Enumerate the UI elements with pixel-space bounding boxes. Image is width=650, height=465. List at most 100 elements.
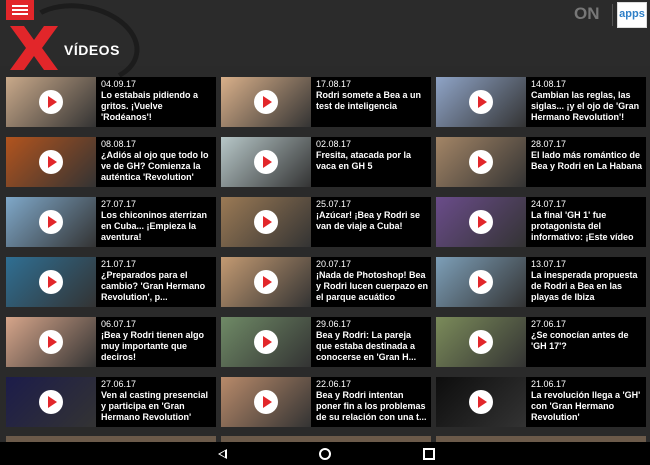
divider [612,4,613,26]
play-icon[interactable] [254,150,278,174]
video-card[interactable]: 02.08.17 Fresita, atacada por la vaca en … [221,137,431,187]
play-icon[interactable] [39,390,63,414]
video-title[interactable]: Ven al casting presencial y participa en… [101,390,214,423]
video-date: 27.06.17 [101,379,137,389]
video-thumbnail[interactable] [6,77,96,127]
video-card[interactable]: 17.08.17 Rodri somete a Bea a un test de … [221,77,431,127]
system-nav-bar [0,442,650,465]
video-meta: 20.07.17 ¡Nada de Photoshop! Bea y Rodri … [316,259,429,303]
video-card[interactable]: 06.07.17 ¡Bea y Rodri tienen algo muy imp… [6,317,216,367]
play-icon[interactable] [39,150,63,174]
video-title[interactable]: La revolución llega a 'GH' con 'Gran Her… [531,390,644,423]
video-thumbnail[interactable] [6,377,96,427]
play-icon[interactable] [254,390,278,414]
video-thumbnail[interactable] [6,317,96,367]
play-icon[interactable] [254,270,278,294]
video-thumbnail[interactable] [221,257,311,307]
play-icon[interactable] [39,270,63,294]
play-icon[interactable] [39,330,63,354]
video-meta: 29.06.17 Bea y Rodri: La pareja que estab… [316,319,429,363]
video-card[interactable]: 24.07.17 La final 'GH 1' fue protagonista… [436,197,646,247]
video-thumbnail[interactable] [436,197,526,247]
video-title[interactable]: Bea y Rodri: La pareja que estaba destin… [316,330,429,363]
video-title[interactable]: Bea y Rodri intentan poner fin a los pro… [316,390,429,423]
video-meta: 13.07.17 La inesperada propuesta de Rodri… [531,259,644,303]
video-meta: 22.06.17 Bea y Rodri intentan poner fin a… [316,379,429,423]
video-title[interactable]: Lo estabais pidiendo a gritos. ¡Vuelve '… [101,90,214,123]
video-card[interactable]: 08.08.17 ¿Adiós al ojo que todo lo ve de … [6,137,216,187]
video-thumbnail[interactable] [221,317,311,367]
play-icon[interactable] [39,90,63,114]
play-icon[interactable] [254,330,278,354]
video-thumbnail[interactable] [436,377,526,427]
video-card[interactable]: 29.06.17 Bea y Rodri: La pareja que estab… [221,317,431,367]
video-card[interactable]: 14.08.17 Cambian las reglas, las siglas..… [436,77,646,127]
video-thumbnail[interactable] [221,137,311,187]
video-title[interactable]: Cambian las reglas, las siglas... ¡y el … [531,90,644,123]
video-date: 22.06.17 [316,379,352,389]
menu-button[interactable] [6,0,34,20]
video-card[interactable]: 28.07.17 El lado más romántico de Bea y R… [436,137,646,187]
video-title[interactable]: La inesperada propuesta de Rodri a Bea e… [531,270,644,303]
video-meta: 25.07.17 ¡Azúcar! ¡Bea y Rodri se van de … [316,199,429,232]
video-title[interactable]: ¿Se conocían antes de 'GH 17'? [531,330,644,352]
video-date: 14.08.17 [531,79,567,89]
video-title[interactable]: ¿Preparados para el cambio? 'Gran Herman… [101,270,214,303]
brand-logo[interactable]: ON [574,4,600,24]
apps-button[interactable]: apps [617,2,647,28]
video-card[interactable]: 22.06.17 Bea y Rodri intentan poner fin a… [221,377,431,427]
play-icon[interactable] [469,390,493,414]
video-card[interactable]: 21.06.17 La revolución llega a 'GH' con '… [436,377,646,427]
video-card[interactable]: 27.07.17 Los chiconinos aterrizan en Cuba… [6,197,216,247]
play-icon[interactable] [254,210,278,234]
play-icon[interactable] [254,90,278,114]
video-title[interactable]: Fresita, atacada por la vaca en GH 5 [316,150,429,172]
video-thumbnail[interactable] [436,137,526,187]
video-title[interactable]: La final 'GH 1' fue protagonista del inf… [531,210,644,243]
video-date: 17.08.17 [316,79,352,89]
video-meta: 06.07.17 ¡Bea y Rodri tienen algo muy imp… [101,319,214,363]
play-icon[interactable] [469,150,493,174]
video-title[interactable]: ¿Adiós al ojo que todo lo ve de GH? Comi… [101,150,214,183]
video-thumbnail[interactable] [6,257,96,307]
video-title[interactable]: El lado más romántico de Bea y Rodri en … [531,150,644,172]
video-thumbnail[interactable] [6,197,96,247]
video-thumbnail[interactable] [221,377,311,427]
play-icon[interactable] [469,210,493,234]
video-meta: 17.08.17 Rodri somete a Bea a un test de … [316,79,429,112]
video-title[interactable]: ¡Azúcar! ¡Bea y Rodri se van de viaje a … [316,210,429,232]
video-card[interactable]: 04.09.17 Lo estabais pidiendo a gritos. ¡… [6,77,216,127]
cross-logo-icon [10,26,58,70]
video-card[interactable]: 27.06.17 Ven al casting presencial y part… [6,377,216,427]
video-title[interactable]: ¡Nada de Photoshop! Bea y Rodri lucen cu… [316,270,429,303]
video-title[interactable]: Rodri somete a Bea a un test de intelige… [316,90,429,112]
video-meta: 04.09.17 Lo estabais pidiendo a gritos. ¡… [101,79,214,123]
video-date: 24.07.17 [531,199,567,209]
video-card[interactable]: 13.07.17 La inesperada propuesta de Rodri… [436,257,646,307]
video-thumbnail[interactable] [436,257,526,307]
recent-apps-icon[interactable] [423,448,435,460]
video-thumbnail[interactable] [436,317,526,367]
video-meta: 21.06.17 La revolución llega a 'GH' con '… [531,379,644,423]
back-icon[interactable] [218,449,227,459]
play-icon[interactable] [469,270,493,294]
play-icon[interactable] [469,90,493,114]
video-thumbnail[interactable] [436,77,526,127]
video-card[interactable]: 25.07.17 ¡Azúcar! ¡Bea y Rodri se van de … [221,197,431,247]
video-date: 21.07.17 [101,259,137,269]
video-card[interactable]: 27.06.17 ¿Se conocían antes de 'GH 17'? [436,317,646,367]
play-icon[interactable] [469,330,493,354]
video-title[interactable]: ¡Bea y Rodri tienen algo muy importante … [101,330,214,363]
video-card[interactable]: 21.07.17 ¿Preparados para el cambio? 'Gra… [6,257,216,307]
video-meta: 02.08.17 Fresita, atacada por la vaca en … [316,139,429,172]
video-thumbnail[interactable] [221,197,311,247]
video-card[interactable]: 20.07.17 ¡Nada de Photoshop! Bea y Rodri … [221,257,431,307]
video-thumbnail[interactable] [221,77,311,127]
home-icon[interactable] [319,448,331,460]
video-thumbnail[interactable] [6,137,96,187]
play-icon[interactable] [39,210,63,234]
video-meta: 24.07.17 La final 'GH 1' fue protagonista… [531,199,644,243]
video-meta: 28.07.17 El lado más romántico de Bea y R… [531,139,644,172]
video-date: 27.06.17 [531,319,567,329]
video-title[interactable]: Los chiconinos aterrizan en Cuba... ¡Emp… [101,210,214,243]
